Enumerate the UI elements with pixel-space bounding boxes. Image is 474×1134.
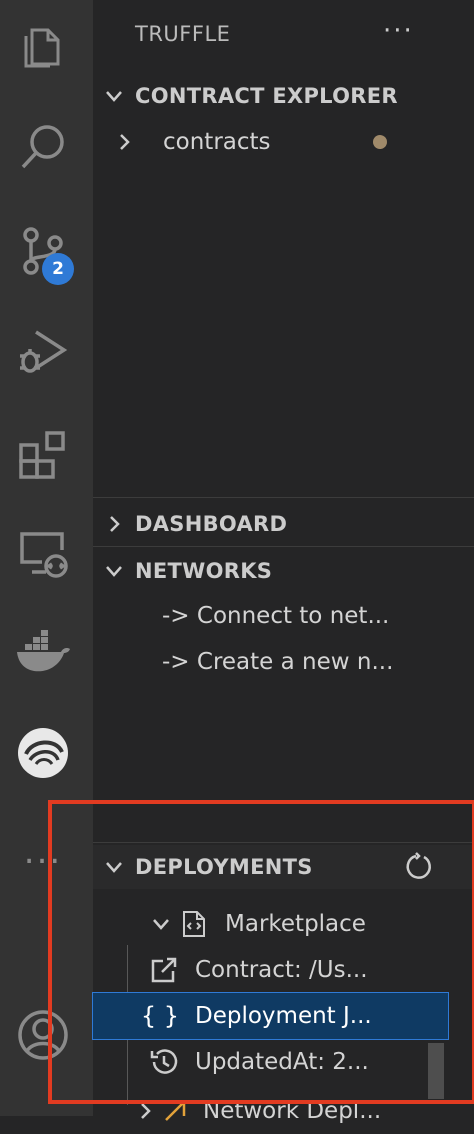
chevron-right-icon: [93, 132, 155, 152]
tree-item-label: Marketplace: [225, 911, 366, 937]
more-icon[interactable]: ...: [20, 832, 66, 872]
section-contract-explorer[interactable]: CONTRACT EXPLORER: [93, 74, 474, 118]
search-icon[interactable]: [12, 116, 74, 178]
link-external-icon: [93, 955, 179, 985]
tree-item-deployment-json[interactable]: { } Deployment J...: [92, 992, 449, 1040]
section-dashboard[interactable]: DASHBOARD: [93, 502, 474, 546]
sidebar: TRUFFLE ··· CONTRACT EXPLORER contracts …: [92, 0, 474, 1124]
tree-item-updatedat[interactable]: UpdatedAt: 2...: [93, 1039, 474, 1085]
activity-bar: 2 ...: [0, 0, 93, 1116]
extensions-icon[interactable]: [12, 424, 74, 486]
chevron-down-icon: [93, 914, 177, 934]
tree-item-label: UpdatedAt: 2...: [195, 1049, 369, 1075]
explorer-icon[interactable]: [12, 14, 74, 76]
docker-icon[interactable]: [12, 622, 74, 684]
sidebar-title: TRUFFLE: [135, 22, 231, 46]
divider: [93, 497, 474, 498]
tree-item-network-deployments[interactable]: Network Depl...: [93, 1088, 474, 1134]
network-item-label: -> Create a new n...: [162, 649, 394, 675]
network-icon: [155, 1098, 195, 1124]
chevron-down-icon: [93, 86, 135, 106]
section-label: NETWORKS: [135, 559, 273, 583]
run-debug-icon[interactable]: [12, 320, 74, 382]
source-control-badge: 2: [42, 253, 74, 285]
chevron-down-icon: [93, 857, 135, 877]
tree-item-contract[interactable]: Contract: /Us...: [93, 947, 474, 993]
network-item-label: -> Connect to net...: [162, 603, 390, 629]
more-actions-icon[interactable]: ···: [383, 16, 414, 46]
refresh-icon[interactable]: [403, 852, 433, 886]
history-icon: [93, 1047, 179, 1077]
remote-explorer-icon[interactable]: [12, 522, 74, 584]
modified-dot-icon: [373, 135, 387, 149]
truffle-icon[interactable]: [12, 722, 74, 784]
account-icon[interactable]: [12, 1004, 74, 1066]
tree-item-contracts[interactable]: contracts: [93, 119, 474, 165]
section-label: DEPLOYMENTS: [135, 855, 313, 879]
tree-item-label: Deployment J...: [195, 1003, 372, 1029]
chevron-down-icon: [93, 561, 135, 581]
tree-item-label: contracts: [163, 129, 271, 155]
network-item[interactable]: -> Connect to net...: [93, 593, 474, 639]
section-label: CONTRACT EXPLORER: [135, 84, 398, 108]
section-networks[interactable]: NETWORKS: [93, 549, 474, 593]
divider: [93, 546, 474, 547]
json-braces-icon: { }: [140, 1002, 179, 1030]
chevron-right-icon: [93, 1101, 155, 1121]
tree-item-label: Network Depl...: [203, 1098, 382, 1124]
section-label: DASHBOARD: [135, 512, 288, 536]
scrollbar-thumb[interactable]: [428, 1043, 444, 1099]
file-code-icon: [177, 910, 211, 938]
network-item[interactable]: -> Create a new n...: [93, 639, 474, 685]
tree-item-label: Contract: /Us...: [195, 957, 368, 983]
chevron-right-icon: [93, 514, 135, 534]
tree-item-marketplace[interactable]: Marketplace: [93, 901, 474, 947]
divider: [93, 842, 474, 843]
section-deployments[interactable]: DEPLOYMENTS: [93, 845, 474, 889]
